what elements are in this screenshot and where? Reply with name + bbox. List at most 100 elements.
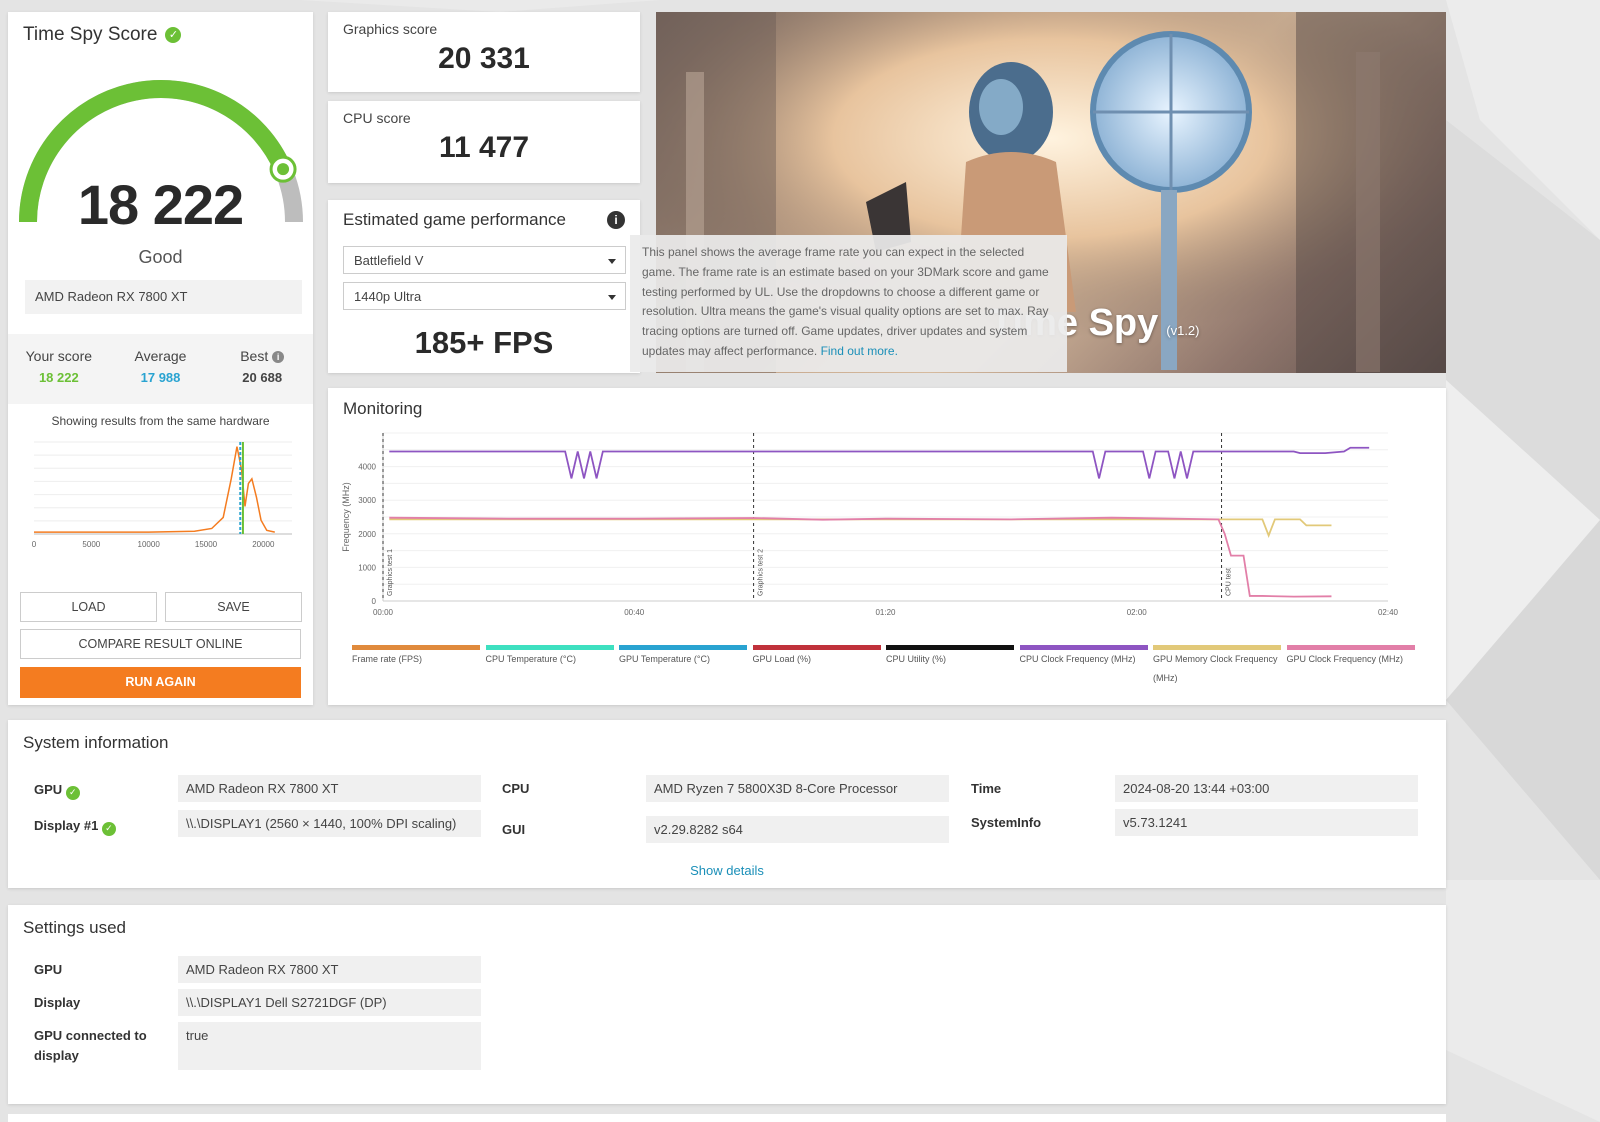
game-select-value: Battlefield V <box>354 253 424 268</box>
gui-label: GUI <box>502 822 526 837</box>
y-tick-label: 2000 <box>358 530 376 539</box>
find-out-more-link[interactable]: Find out more. <box>821 344 898 358</box>
run-again-button[interactable]: RUN AGAIN <box>20 667 301 698</box>
x-tick-label: 01:20 <box>875 608 896 617</box>
settings-gpu-value: AMD Radeon RX 7800 XT <box>178 956 481 983</box>
gpu-label-row: GPU ✓ <box>34 780 80 800</box>
best-label-row: Best i <box>211 348 313 364</box>
benchmark-version: (v1.2) <box>1166 323 1200 338</box>
display-label: Display #1 <box>34 818 99 833</box>
score-comparison: Your score 18 222 Average 17 988 Best i … <box>8 334 313 404</box>
best-label: Best <box>240 348 269 364</box>
estimated-game-performance-card: Estimated game performance i Battlefield… <box>328 200 640 373</box>
score-rating: Good <box>138 247 183 267</box>
your-score-stat: Your score 18 222 <box>8 334 110 404</box>
monitoring-chart: 0 1000 2000 3000 4000 00:00 00:40 01:20 02:00 02:… <box>341 432 1399 617</box>
score-card: Time Spy Score ✓ 18 222 Good AMD Radeon … <box>8 12 313 705</box>
y-tick-label: 4000 <box>358 463 376 472</box>
x-tick-label: 02:00 <box>1127 608 1148 617</box>
monitoring-title: Monitoring <box>343 399 423 418</box>
y-tick-label: 3000 <box>358 496 376 505</box>
score-distribution-chart: 0 5000 10000 15000 20000 <box>32 441 292 549</box>
monitoring-card: Monitoring 0 1000 2000 3000 4000 00:00 00:40 01… <box>328 388 1446 705</box>
test-marker-label: CPU test <box>1226 568 1233 596</box>
legend-label[interactable]: Frame rate (FPS) <box>352 650 482 669</box>
graphics-score-card: Graphics score 20 331 <box>328 12 640 92</box>
graphics-score-value: 20 331 <box>438 42 530 75</box>
x-tick-label: 0 <box>32 540 37 549</box>
gpu-name: AMD Radeon RX 7800 XT <box>25 280 302 314</box>
egp-title: Estimated game performance <box>343 210 566 229</box>
distribution-line <box>34 446 275 533</box>
gpu-value: AMD Radeon RX 7800 XT <box>178 775 481 802</box>
series-line <box>389 518 1332 538</box>
show-details-link[interactable]: Show details <box>8 863 1446 878</box>
x-tick-label: 00:00 <box>373 608 394 617</box>
series-line <box>389 516 1332 598</box>
preset-select[interactable]: 1440p Ultra <box>343 282 626 310</box>
preset-select-value: 1440p Ultra <box>354 289 422 304</box>
series-line <box>389 446 1370 479</box>
graphics-score-label: Graphics score <box>343 21 438 37</box>
check-icon: ✓ <box>65 786 80 800</box>
gpu-connected-label: GPU connected to display <box>34 1026 147 1066</box>
y-axis-label: Frequency (MHz) <box>341 482 351 552</box>
x-tick-label: 10000 <box>138 540 161 549</box>
info-icon[interactable]: i <box>607 211 625 229</box>
legend-label[interactable]: GPU Temperature (°C) <box>619 650 749 669</box>
legend-label[interactable]: GPU Clock Frequency (MHz) <box>1287 650 1417 669</box>
cpu-score-value: 11 477 <box>438 131 530 164</box>
legend-label[interactable]: CPU Temperature (°C) <box>486 650 616 669</box>
x-tick-label: 00:40 <box>624 608 645 617</box>
egp-info-tooltip: This panel shows the average frame rate … <box>630 235 1067 372</box>
y-tick-label: 0 <box>372 597 377 606</box>
gui-value: v2.29.8282 s64 <box>646 816 949 843</box>
legend-label[interactable]: CPU Utility (%) <box>886 650 1016 669</box>
cpu-score-card: CPU score 11 477 <box>328 101 640 183</box>
gpu-connected-label-line1: GPU connected to <box>34 1028 147 1043</box>
best-value: 20 688 <box>242 370 283 385</box>
x-tick-label: 5000 <box>82 540 100 549</box>
next-card-edge <box>8 1114 1446 1122</box>
test-marker-label: Graphics test 2 <box>758 549 765 596</box>
legend-label[interactable]: GPU Memory Clock Frequency (MHz) <box>1153 650 1283 688</box>
cpu-label: CPU <box>502 781 530 796</box>
best-stat: Best i 20 688 <box>211 334 313 404</box>
load-button[interactable]: LOAD <box>20 592 157 622</box>
save-button[interactable]: SAVE <box>165 592 302 622</box>
check-icon: ✓ <box>165 27 182 43</box>
score-title: Time Spy Score ✓ <box>23 24 182 46</box>
x-tick-label: 15000 <box>195 540 218 549</box>
test-marker-label: Graphics test 1 <box>387 549 394 596</box>
legend-label[interactable]: GPU Load (%) <box>753 650 883 669</box>
system-information-card: System information GPU ✓ AMD Radeon RX 7… <box>8 720 1446 888</box>
estimated-fps: 185+ FPS <box>414 325 554 360</box>
settings-gpu-label: GPU <box>34 962 63 977</box>
average-stat: Average 17 988 <box>110 334 212 404</box>
score-title-text: Time Spy Score <box>23 24 158 45</box>
time-value: 2024-08-20 13:44 +03:00 <box>1115 775 1418 802</box>
system-information-title: System information <box>23 733 169 752</box>
game-select[interactable]: Battlefield V <box>343 246 626 274</box>
average-value: 17 988 <box>140 370 181 385</box>
y-tick-label: 1000 <box>358 563 376 572</box>
total-score: 18 222 <box>77 173 244 236</box>
your-score-value: 18 222 <box>38 370 79 385</box>
display-label-row: Display #1 ✓ <box>34 816 116 836</box>
settings-used-card: Settings used GPU AMD Radeon RX 7800 XT … <box>8 905 1446 1104</box>
time-label: Time <box>971 781 1002 796</box>
tooltip-text: This panel shows the average frame rate … <box>642 245 1049 358</box>
x-tick-label: 02:40 <box>1378 608 1399 617</box>
cpu-value: AMD Ryzen 7 5800X3D 8-Core Processor <box>646 775 949 802</box>
gpu-label: GPU <box>34 782 63 797</box>
info-icon[interactable]: i <box>272 351 285 363</box>
settings-display-label: Display <box>34 995 81 1010</box>
chevron-down-icon <box>608 295 616 300</box>
display-value: \\.\DISPLAY1 (2560 × 1440, 100% DPI scal… <box>178 810 481 837</box>
legend-label[interactable]: CPU Clock Frequency (MHz) <box>1020 650 1150 669</box>
settings-display-value: \\.\DISPLAY1 Dell S2721DGF (DP) <box>178 989 481 1016</box>
compare-online-button[interactable]: COMPARE RESULT ONLINE <box>20 629 301 659</box>
cpu-score-label: CPU score <box>343 110 411 126</box>
check-icon: ✓ <box>101 822 116 836</box>
systeminfo-value: v5.73.1241 <box>1115 809 1418 836</box>
